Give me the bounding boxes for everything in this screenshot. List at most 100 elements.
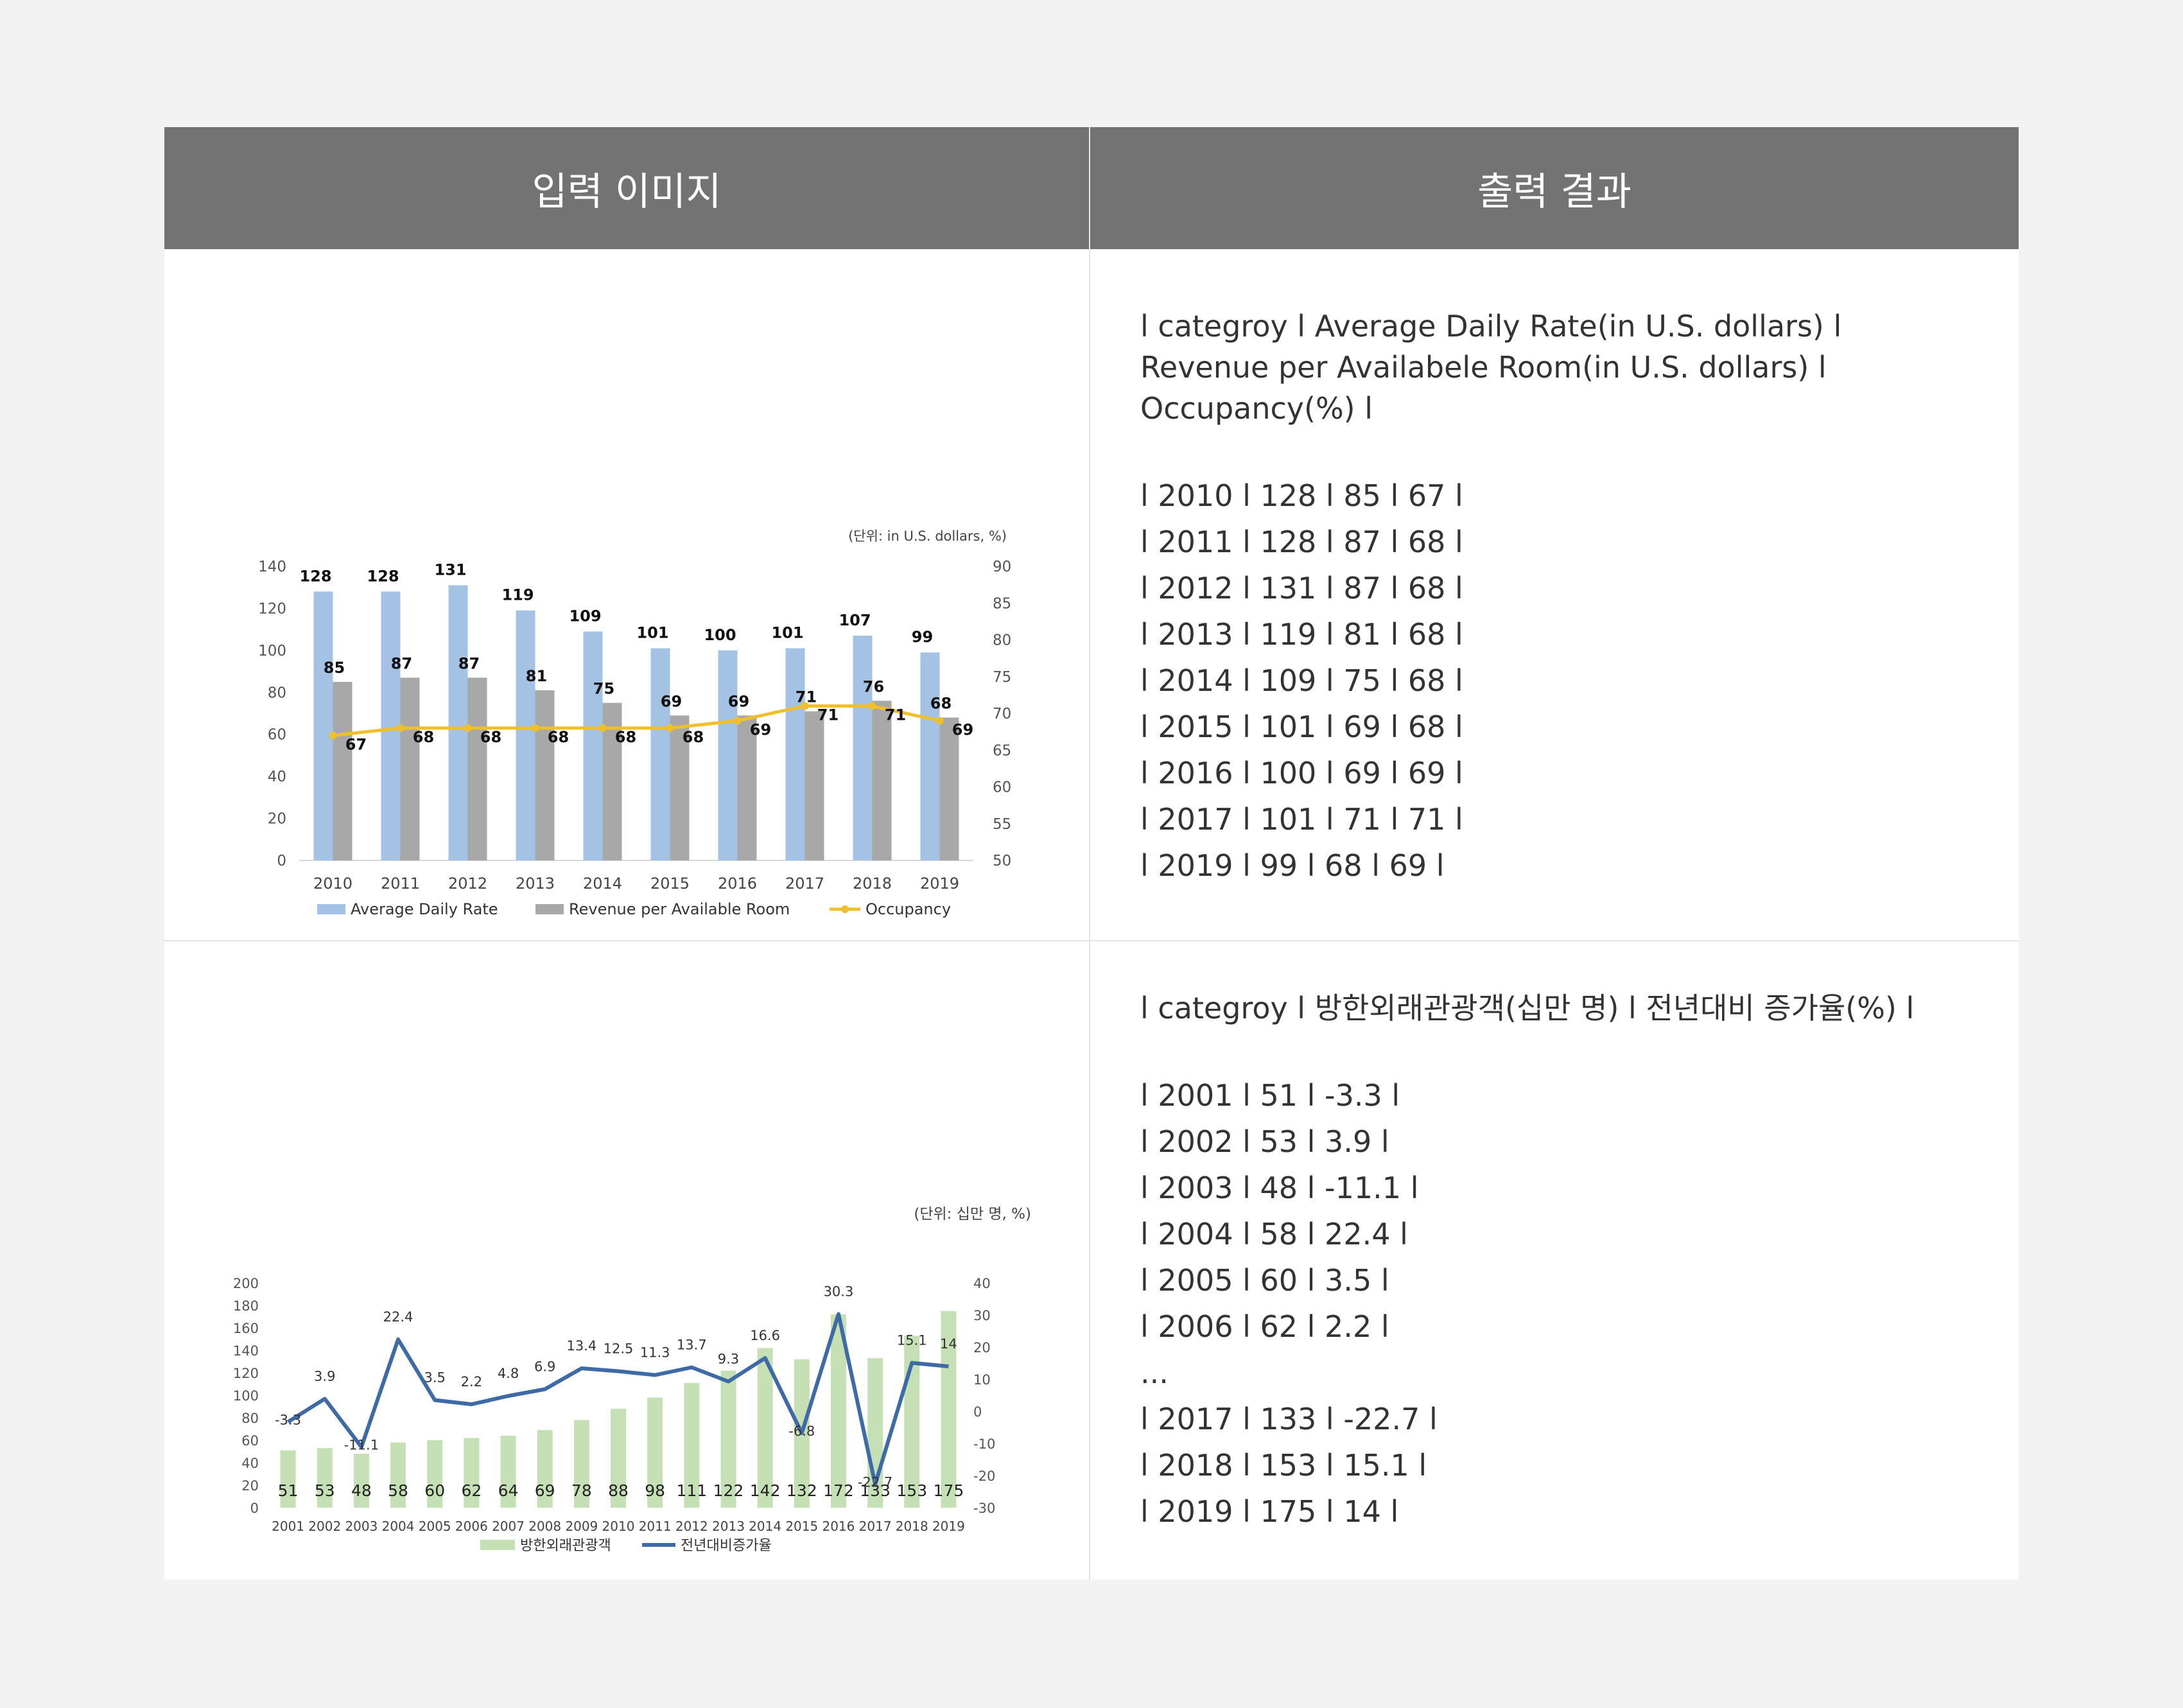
data-label-growth-rate: 22.4 (383, 1309, 413, 1325)
data-label-inbound-tourists: 62 (461, 1481, 482, 1500)
y-right-tick-label: 60 (993, 780, 1011, 796)
y-left-tick-label: 160 (233, 1321, 259, 1336)
y-left-tick-label: 200 (233, 1276, 259, 1291)
data-label-revpar: 75 (593, 680, 614, 698)
data-label-inbound-tourists: 51 (278, 1481, 299, 1500)
output-1-row-2: l 2012 l 131 l 87 l 68 l (1140, 571, 1463, 606)
y-left-tick-label: 80 (268, 684, 286, 701)
x-tick-label: 2011 (381, 875, 420, 893)
data-label-occupancy: 68 (548, 728, 569, 746)
comparison-table: 입력 이미지 출력 결과 (단위: in U.S. dollars, %) 0 20… (164, 127, 2019, 1580)
x-tick-label: 2014 (749, 1519, 781, 1534)
x-tick-label: 2013 (516, 875, 555, 893)
y-right-tick-label: -10 (973, 1436, 995, 1452)
unit-note: (단위: in U.S. dollars, %) (848, 528, 1007, 544)
output-2-row-5: l 2006 l 62 l 2.2 l (1140, 1309, 1389, 1344)
output-2-row-3: l 2004 l 58 l 22.4 l (1140, 1217, 1408, 1251)
output-2-row-0: l 2001 l 51 l -3.3 l (1140, 1078, 1400, 1113)
unit-note: (단위: 십만 명, %) (914, 1206, 1031, 1223)
data-label-growth-rate: 4.8 (498, 1366, 519, 1381)
point-occupancy (329, 731, 337, 740)
output-2-row-7: l 2017 l 133 l -22.7 l (1140, 1402, 1438, 1436)
column-divider (1089, 127, 1090, 1580)
data-label-growth-rate: 3.5 (424, 1370, 446, 1386)
legend-swatch-revpar (535, 904, 564, 914)
data-label-inbound-tourists: 48 (351, 1481, 372, 1500)
data-label-growth-rate: 9.3 (718, 1352, 739, 1367)
data-label-average-daily-rate: 107 (839, 611, 871, 629)
data-label-growth-rate: 11.3 (640, 1345, 670, 1361)
chart-hotel-metrics-svg: (단위: in U.S. dollars, %) 0 20 40 60 80 100 120 1… (258, 528, 1011, 918)
x-tick-label: 2019 (920, 875, 959, 893)
data-label-revpar: 81 (526, 667, 547, 685)
data-label-occupancy: 71 (885, 706, 906, 724)
data-label-average-daily-rate: 119 (501, 586, 534, 604)
y-left-tick-label: 100 (233, 1388, 259, 1404)
bar-average-daily-rate (718, 650, 738, 860)
data-label-inbound-tourists: 111 (676, 1481, 707, 1500)
x-tick-label: 2010 (602, 1519, 635, 1534)
data-label-occupancy: 69 (750, 720, 771, 738)
legend-label-revpar: Revenue per Available Room (569, 900, 790, 918)
y-right-tick-label: 80 (993, 632, 1011, 649)
bar-average-daily-rate (448, 585, 468, 860)
x-tick-label: 2001 (272, 1519, 304, 1534)
data-label-growth-rate: 12.5 (604, 1341, 634, 1357)
x-tick-label: 2017 (785, 875, 824, 893)
data-label-inbound-tourists: 175 (934, 1481, 964, 1500)
bar-revpar (804, 711, 824, 860)
legend-label-average-daily-rate: Average Daily Rate (351, 900, 498, 918)
output-2-row-1: l 2002 l 53 l 3.9 l (1140, 1124, 1389, 1159)
data-label-growth-rate: 15.1 (897, 1333, 927, 1348)
output-2-row-6: ... (1140, 1355, 1169, 1390)
x-tick-label: 2015 (785, 1519, 818, 1534)
output-1-row-7: l 2017 l 101 l 71 l 71 l (1140, 802, 1463, 837)
data-label-revpar: 87 (391, 654, 412, 672)
x-tick-label: 2012 (448, 875, 487, 893)
output-table-1: l categroy l Average Daily Rate(in U.S. … (1140, 306, 1975, 889)
y-left-tick-label: 20 (268, 811, 286, 828)
output-1-row-6: l 2016 l 100 l 69 l 69 l (1140, 756, 1463, 790)
chart-hotel-metrics: (단위: in U.S. dollars, %) 0 20 40 60 80 100 120 1… (164, 249, 1089, 940)
data-label-growth-rate: -3.3 (275, 1413, 301, 1428)
y-left-tick-label: 80 (241, 1411, 259, 1426)
y-left-tick-label: 140 (258, 559, 286, 575)
bar-revpar (535, 690, 555, 860)
y-left-tick-label: 40 (241, 1456, 259, 1471)
point-occupancy (531, 724, 539, 732)
bar-revpar (939, 717, 959, 860)
bar-revpar (467, 677, 487, 860)
y-left-tick-label: 120 (258, 600, 286, 617)
x-tick-label: 2017 (859, 1519, 892, 1534)
data-label-growth-rate: 6.9 (534, 1359, 555, 1375)
x-tick-label: 2018 (896, 1519, 928, 1534)
y-right-tick-label: 50 (993, 853, 1011, 869)
data-label-average-daily-rate: 101 (771, 624, 803, 642)
data-label-inbound-tourists: 69 (535, 1481, 555, 1500)
output-1-row-0: l 2010 l 128 l 85 l 67 l (1140, 478, 1463, 513)
data-label-average-daily-rate: 109 (569, 607, 601, 625)
bar-revpar (872, 701, 892, 860)
bar-average-daily-rate (583, 631, 603, 860)
y-left-tick-label: 0 (277, 853, 286, 869)
point-occupancy (801, 702, 809, 710)
data-label-revpar: 85 (324, 659, 345, 677)
output-2-row-2: l 2003 l 48 l -11.1 l (1140, 1171, 1419, 1205)
y-right-tick-label: -30 (973, 1501, 995, 1516)
data-label-growth-rate: 16.6 (750, 1328, 780, 1343)
bar-revpar (400, 677, 420, 860)
y-right-tick-label: 55 (993, 816, 1011, 833)
output-2-row-8: l 2018 l 153 l 15.1 l (1140, 1448, 1427, 1483)
data-label-average-daily-rate: 99 (912, 628, 933, 646)
bar-revpar (333, 681, 352, 860)
chart-inbound-tourists: (단위: 십만 명, %) 0 20 40 60 80 100 120 140 160 180 200… (164, 941, 1089, 1580)
y-left-tick-label: 120 (233, 1366, 259, 1381)
x-tick-label: 2010 (313, 875, 352, 893)
output-1-header-line-1: Revenue per Availabele Room(in U.S. doll… (1140, 350, 1827, 385)
data-label-growth-rate: 13.4 (566, 1338, 596, 1354)
output-2-rows: l 2001 l 51 l -3.3 l l 2002 l 53 l 3.9 l l… (1140, 1072, 1975, 1535)
data-label-inbound-tourists: 88 (608, 1481, 629, 1500)
bar-average-daily-rate (313, 591, 333, 860)
y-right-tick-label: 40 (973, 1276, 991, 1291)
data-label-inbound-tourists: 64 (498, 1481, 519, 1500)
